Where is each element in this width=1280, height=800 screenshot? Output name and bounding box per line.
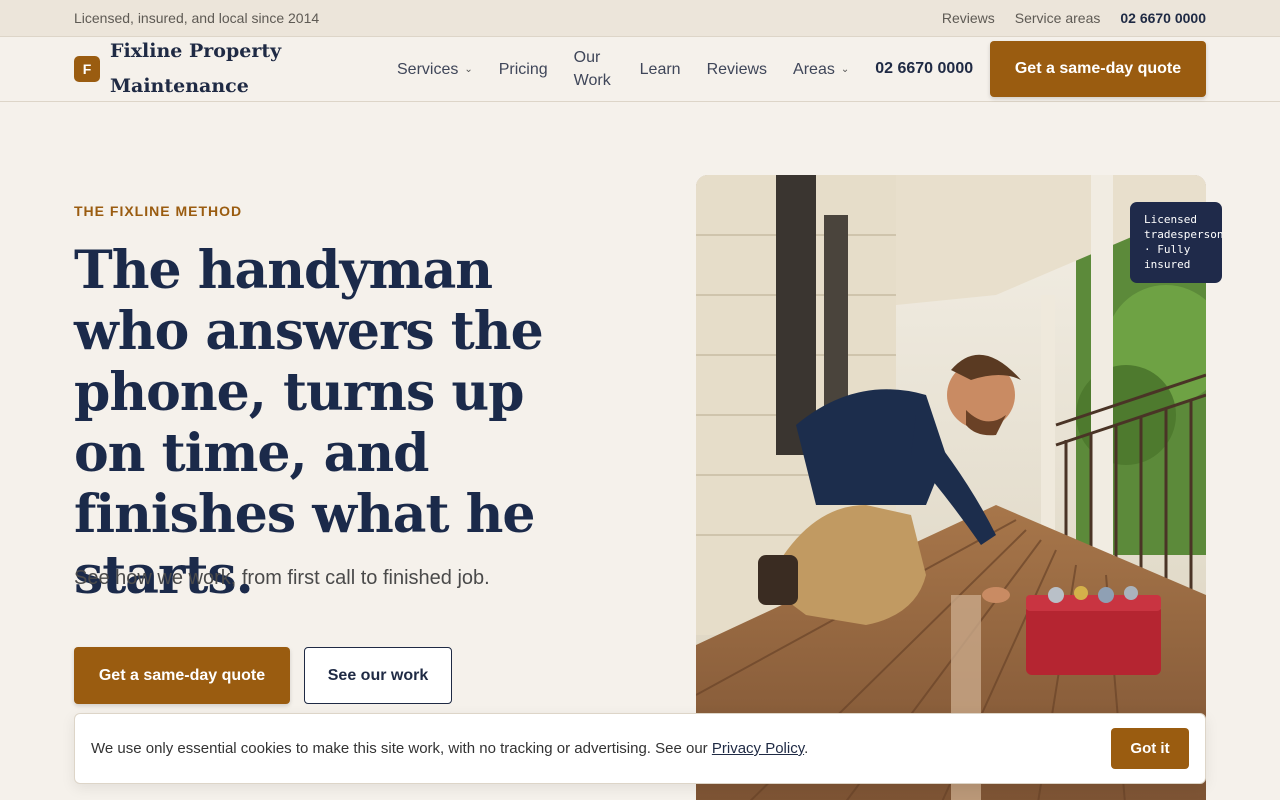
brand-name: Fixline Property Maintenance	[110, 40, 282, 97]
chevron-down-icon: ⌄	[464, 63, 473, 75]
cookie-accept-button[interactable]: Got it	[1111, 728, 1189, 769]
cookie-banner: We use only essential cookies to make th…	[74, 713, 1206, 784]
nav-item-areas[interactable]: Areas ⌄	[793, 58, 849, 81]
nav-item-our-work[interactable]: Our Work	[574, 46, 614, 92]
top-utility-links: Reviews Service areas 02 6670 0000	[942, 10, 1206, 26]
top-link-reviews[interactable]: Reviews	[942, 10, 995, 26]
nav-item-learn[interactable]: Learn	[640, 58, 681, 81]
licensed-badge: Licensed tradesperson · Fully insured	[1130, 202, 1222, 283]
top-utility-bar: Licensed, insured, and local since 2014 …	[0, 0, 1280, 37]
tagline: Licensed, insured, and local since 2014	[74, 10, 320, 26]
nav-phone-link[interactable]: 02 6670 0000	[875, 60, 973, 78]
brand-mark-icon: F	[74, 56, 100, 82]
nav-item-label: Services	[397, 60, 459, 78]
cookie-end: .	[804, 740, 809, 757]
nav-item-pricing[interactable]: Pricing	[499, 58, 548, 81]
nav-menu: Services ⌄ Pricing Our Work Learn Reviews…	[397, 46, 987, 92]
hero-quote-button[interactable]: Get a same-day quote	[74, 647, 290, 704]
hero-subtitle: See how we work, from first call to fini…	[74, 567, 490, 589]
privacy-policy-link[interactable]: Privacy Policy	[712, 740, 804, 757]
cookie-message: We use only essential cookies to make th…	[91, 740, 712, 757]
nav-item-services[interactable]: Services ⌄	[397, 58, 473, 81]
hero-headline: The handyman who answers the phone, turn…	[74, 240, 544, 606]
hero-eyebrow: THE FIXLINE METHOD	[74, 203, 243, 219]
top-link-service-areas[interactable]: Service areas	[1015, 10, 1101, 26]
main-nav: F Fixline Property Maintenance Services ⌄…	[0, 37, 1280, 102]
hero-cta-row: Get a same-day quote See our work	[74, 647, 452, 704]
nav-item-reviews[interactable]: Reviews	[707, 58, 767, 81]
see-work-button[interactable]: See our work	[304, 647, 452, 704]
nav-item-label: Areas	[793, 60, 835, 78]
chevron-down-icon: ⌄	[840, 63, 850, 75]
top-phone-link[interactable]: 02 6670 0000	[1120, 10, 1206, 26]
nav-quote-button[interactable]: Get a same-day quote	[990, 41, 1206, 97]
cookie-text: We use only essential cookies to make th…	[91, 740, 808, 757]
brand-logo[interactable]: F Fixline Property Maintenance	[74, 34, 374, 104]
